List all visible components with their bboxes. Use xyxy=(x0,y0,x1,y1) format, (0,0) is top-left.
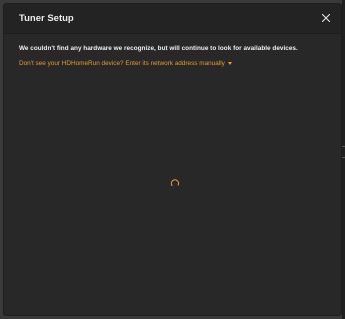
close-icon xyxy=(322,14,330,22)
manual-address-link[interactable]: Don't see your HDHomeRun device? Enter i… xyxy=(19,60,232,67)
close-button[interactable] xyxy=(319,11,333,25)
dialog-title: Tuner Setup xyxy=(19,13,74,24)
dialog-body: We couldn't find any hardware we recogni… xyxy=(19,45,329,70)
manual-address-link-label: Don't see your HDHomeRun device? Enter i… xyxy=(19,60,225,67)
dialog-header: Tuner Setup xyxy=(4,4,341,34)
caret-down-icon xyxy=(227,62,232,65)
spinner-icon xyxy=(170,179,180,187)
tuner-setup-dialog: Tuner Setup We couldn't find any hardwar… xyxy=(3,3,342,316)
status-message: We couldn't find any hardware we recogni… xyxy=(19,45,298,52)
